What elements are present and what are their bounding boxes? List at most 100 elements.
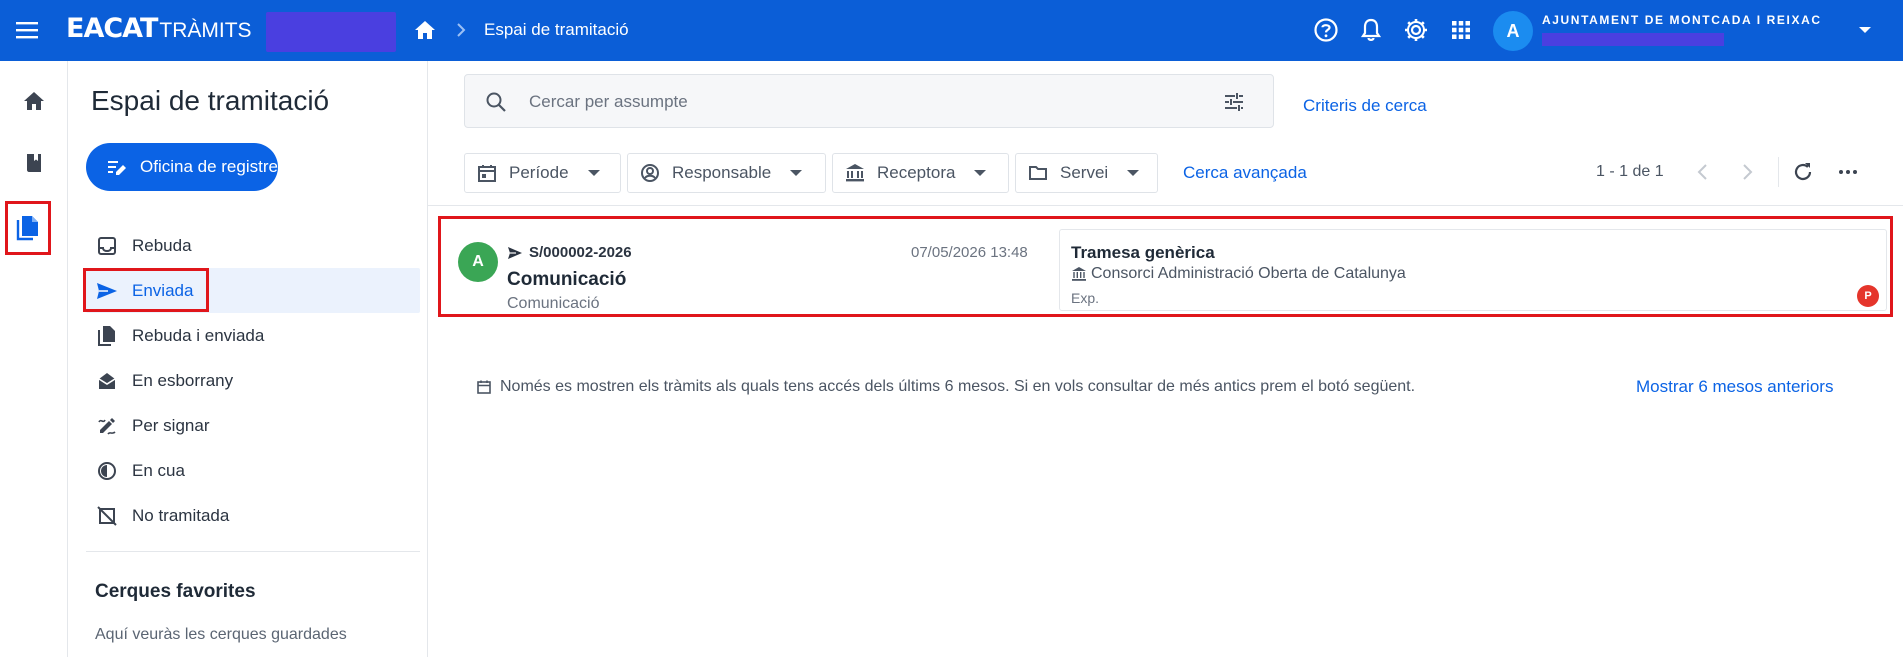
tune-icon[interactable] [1222, 90, 1246, 114]
logo-brand: EACAT [66, 13, 158, 44]
home-icon [24, 92, 44, 110]
sidebar-item-en-esborrany[interactable]: En esborrany [86, 358, 420, 403]
gear-icon[interactable] [1403, 17, 1429, 43]
search-input[interactable] [529, 87, 1169, 117]
sidebar-item-per-signar[interactable]: Per signar [86, 403, 420, 448]
filter-label: Període [509, 163, 569, 182]
home-icon[interactable] [412, 18, 438, 42]
sidebar-item-rebuda-i-enviada[interactable]: Rebuda i enviada [86, 313, 420, 358]
edit-list-icon [108, 161, 126, 175]
filter-responsable[interactable]: Responsable [627, 153, 826, 193]
exp-label: Exp. [1071, 290, 1100, 306]
signature-icon [98, 417, 116, 435]
main-content: Criteris de cerca Període Responsable Re… [428, 61, 1903, 657]
sidebar-item-en-cua[interactable]: En cua [86, 448, 420, 493]
chevron-down-icon[interactable] [1857, 22, 1873, 38]
redacted-area [266, 12, 396, 52]
notice-text: Només es mostren els tràmits als quals t… [500, 378, 1416, 395]
panel-title: Espai de tramitació [91, 85, 330, 116]
result-subject: Comunicació [507, 269, 627, 290]
result-type: Comunicació [507, 295, 600, 312]
procedure-organization: Consorci Administració Oberta de Catalun… [1071, 265, 1406, 283]
user-circle-icon [641, 164, 659, 182]
filter-label: Receptora [877, 163, 956, 182]
app-logo[interactable]: EACAT TRÀMITS [66, 13, 252, 47]
priority-badge: P [1857, 285, 1879, 307]
search-icon [486, 92, 506, 112]
show-older-link[interactable]: Mostrar 6 mesos anteriors [1636, 377, 1833, 397]
sidebar-item-label: En esborrany [132, 370, 234, 390]
rail-book-button[interactable] [14, 143, 54, 183]
sidebar-item-label: Enviada [132, 280, 194, 300]
organization-name[interactable]: AJUNTAMENT DE MONTCADA I REIXAC [1542, 13, 1822, 27]
registry-office-label: Oficina de registre [140, 157, 278, 176]
help-icon[interactable] [1313, 17, 1339, 43]
filter-label: Servei [1060, 163, 1109, 182]
chevron-right-icon [457, 23, 466, 37]
chevron-right-icon[interactable] [1736, 161, 1758, 183]
bank-icon [1072, 267, 1086, 281]
sidebar-item-label: Rebuda [132, 235, 192, 255]
send-icon [508, 246, 522, 259]
caret-down-icon [587, 170, 600, 176]
result-reference: S/000002-2026 [507, 244, 632, 261]
send-icon [97, 282, 117, 299]
caret-down-icon [1127, 170, 1140, 176]
sidebar-divider [86, 551, 420, 552]
organization-text: Consorci Administració Oberta de Catalun… [1091, 265, 1406, 282]
advanced-search-link[interactable]: Cerca avançada [1183, 163, 1307, 183]
pagination-text: 1 - 1 de 1 [1596, 163, 1664, 180]
caret-down-icon [790, 170, 803, 176]
sidebar-item-enviada[interactable]: Enviada [83, 268, 420, 313]
sidebar-item-rebuda[interactable]: Rebuda [86, 223, 420, 268]
sidebar-item-label: Per signar [132, 415, 210, 435]
search-criteria-link[interactable]: Criteris de cerca [1303, 96, 1427, 116]
refresh-icon[interactable] [1792, 161, 1814, 183]
user-avatar[interactable]: A [1493, 11, 1533, 51]
sidebar-item-label: Rebuda i enviada [132, 325, 265, 345]
sidebar-item-label: En cua [132, 460, 185, 480]
apps-grid-icon[interactable] [1448, 17, 1474, 43]
top-bar: EACAT TRÀMITS Espai de tramitació A AJUN… [0, 0, 1903, 61]
filter-label: Responsable [672, 163, 772, 182]
history-notice: Només es mostren els tràmits als quals t… [476, 378, 1415, 396]
favorites-empty-text: Aquí veuràs les cerques guardades [95, 626, 347, 643]
reference-text: S/000002-2026 [529, 244, 632, 261]
bell-icon[interactable] [1358, 17, 1384, 43]
logo-subtitle: TRÀMITS [159, 19, 252, 42]
chevron-left-icon[interactable] [1692, 161, 1714, 183]
pager-divider [1778, 157, 1779, 187]
bank-icon [846, 164, 864, 182]
toolbar-divider [428, 205, 1903, 206]
menu-icon[interactable] [14, 19, 40, 41]
result-avatar: A [458, 242, 498, 282]
registry-office-button[interactable]: Oficina de registre [86, 143, 278, 191]
documents-icon [16, 216, 38, 241]
sidebar-item-label: No tramitada [132, 505, 230, 525]
copy-icon [98, 325, 115, 346]
result-card[interactable]: A S/000002-2026 07/05/2026 13:48 Comunic… [438, 216, 1893, 317]
redacted-user-name [1542, 33, 1724, 46]
not-processed-icon [97, 505, 117, 526]
icon-rail [0, 61, 68, 657]
folder-icon [1029, 166, 1047, 180]
sidebar-nav: Rebuda Enviada Rebuda i enviada En esbor… [83, 223, 420, 538]
search-box [464, 74, 1274, 128]
favorites-title: Cerques favorites [95, 581, 256, 602]
rail-documents-button[interactable] [5, 201, 51, 255]
more-options-icon[interactable] [1837, 161, 1859, 183]
calendar-icon [478, 165, 496, 182]
breadcrumb-current[interactable]: Espai de tramitació [484, 20, 629, 40]
book-icon [27, 154, 41, 172]
draft-envelope-icon [98, 372, 116, 389]
result-date: 07/05/2026 13:48 [911, 244, 1028, 261]
filter-periode[interactable]: Període [464, 153, 621, 193]
filter-bar: Període Responsable Receptora Servei [464, 153, 1164, 193]
inbox-icon [98, 236, 116, 255]
queue-clock-icon [98, 461, 116, 480]
calendar-icon [477, 380, 491, 394]
sidebar-item-no-tramitada[interactable]: No tramitada [86, 493, 420, 538]
filter-receptora[interactable]: Receptora [832, 153, 1009, 193]
filter-servei[interactable]: Servei [1015, 153, 1158, 193]
rail-home-button[interactable] [14, 81, 54, 121]
